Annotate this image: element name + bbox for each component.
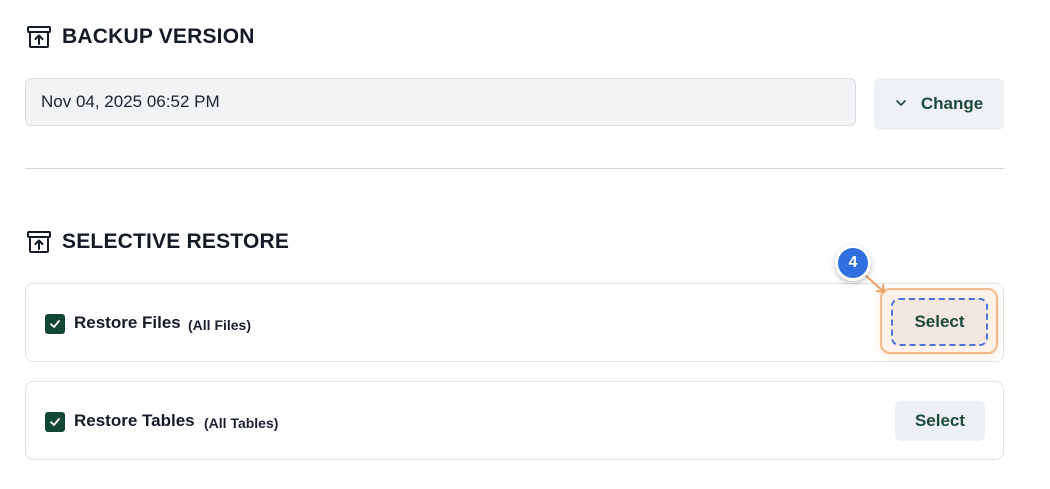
restore-files-label: Restore Files: [74, 313, 181, 332]
restore-tables-label: Restore Tables: [74, 411, 195, 430]
restore-files-row: Restore Files (All Files): [25, 283, 1004, 362]
restore-files-checkbox[interactable]: [45, 314, 65, 334]
backup-version-heading: BACKUP VERSION: [26, 24, 255, 50]
restore-tables-scope: (All Tables): [204, 415, 279, 431]
change-button-label: Change: [920, 94, 984, 113]
section-divider: [25, 168, 1004, 169]
select-button-label: Select: [914, 411, 966, 430]
tutorial-arrow-icon: [863, 273, 885, 293]
restore-tables-select-button[interactable]: Select: [895, 401, 985, 441]
backup-version-value: Nov 04, 2025 06:52 PM: [41, 92, 220, 111]
selective-restore-title: SELECTIVE RESTORE: [62, 230, 290, 253]
restore-tables-row: Restore Tables (All Tables) Select: [25, 381, 1004, 460]
backup-version-title: BACKUP VERSION: [62, 25, 255, 48]
restore-files-scope: (All Files): [188, 317, 252, 333]
tutorial-step-badge: 4: [835, 245, 871, 281]
archive-restore-icon: [26, 229, 52, 255]
restore-tables-checkbox[interactable]: [45, 412, 65, 432]
backup-version-field[interactable]: Nov 04, 2025 06:52 PM: [25, 78, 856, 126]
change-version-button[interactable]: Change: [874, 78, 1004, 130]
restore-files-select-button[interactable]: Select: [891, 298, 988, 346]
chevron-down-icon: [895, 94, 907, 114]
archive-restore-icon: [26, 24, 52, 50]
selective-restore-heading: SELECTIVE RESTORE: [26, 229, 289, 255]
select-button-label: Select: [914, 312, 965, 331]
step-number: 4: [848, 254, 858, 271]
